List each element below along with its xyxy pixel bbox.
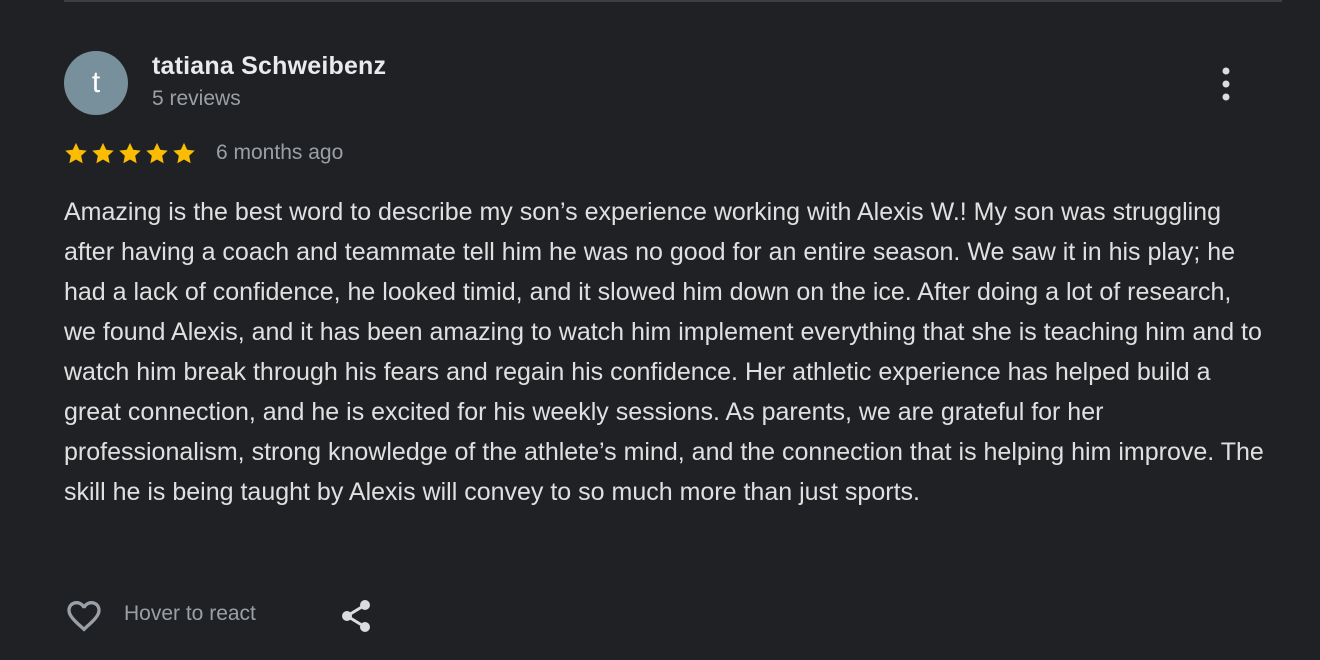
review-card: t tatiana Schweibenz 5 reviews 6 months …: [0, 0, 1320, 660]
star-icon: [119, 142, 141, 164]
avatar-initial: t: [91, 66, 101, 99]
review-time: 6 months ago: [216, 141, 344, 164]
react-label: Hover to react: [124, 602, 256, 625]
star-icon: [65, 142, 87, 164]
star-rating: [63, 141, 197, 166]
more-vertical-icon: [1222, 67, 1230, 101]
reviewer-name[interactable]: tatiana Schweibenz: [152, 52, 386, 81]
more-options-button[interactable]: [1206, 64, 1246, 104]
share-button[interactable]: [335, 595, 377, 637]
top-divider: [64, 0, 1282, 2]
like-button[interactable]: [62, 594, 106, 638]
share-icon: [342, 600, 370, 632]
star-icon: [146, 142, 168, 164]
reviewer-review-count[interactable]: 5 reviews: [152, 87, 241, 111]
star-icon: [173, 142, 195, 164]
avatar[interactable]: t: [64, 51, 128, 115]
star-icon: [92, 142, 114, 164]
heart-outline-icon: [67, 601, 101, 632]
review-text: Amazing is the best word to describe my …: [64, 198, 1264, 506]
